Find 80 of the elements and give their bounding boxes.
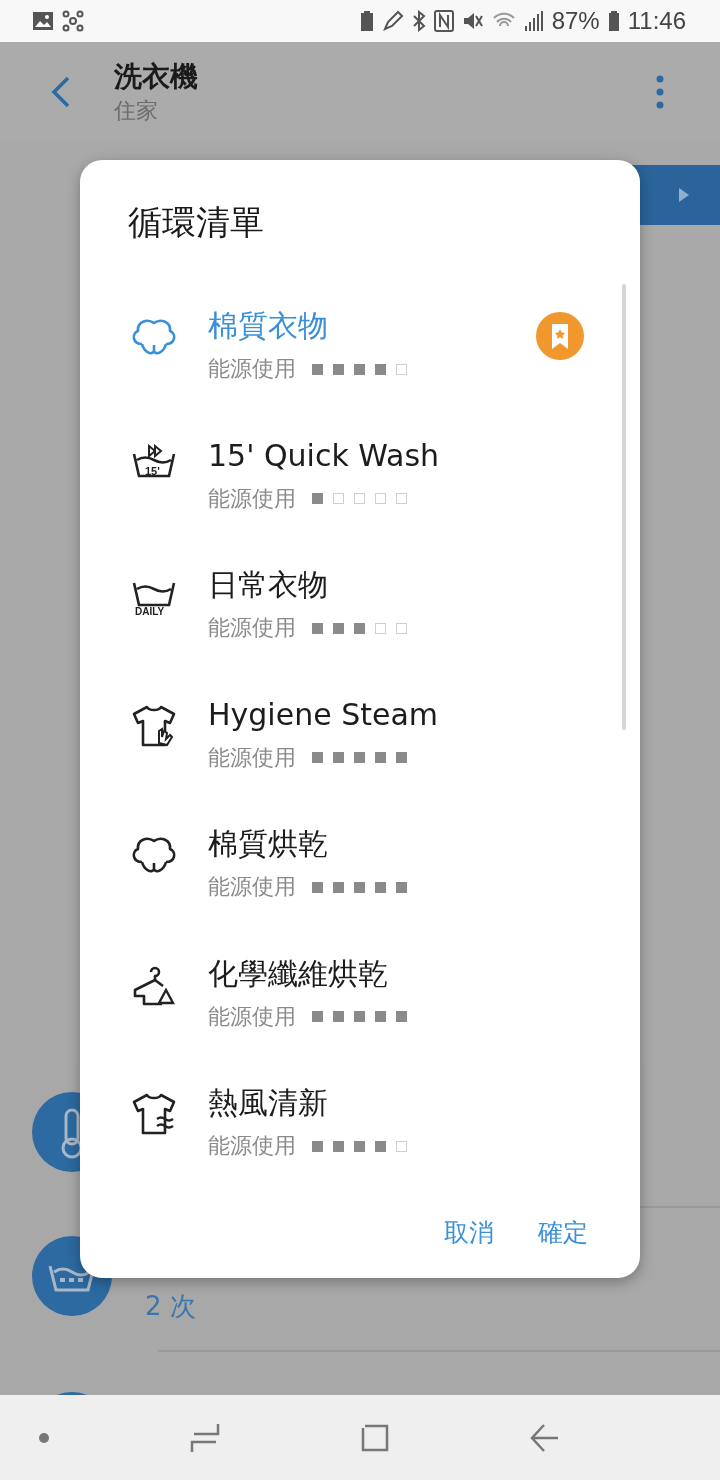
energy-label: 能源使用 <box>208 614 296 642</box>
filled-square-icon <box>333 363 344 375</box>
filled-square-icon <box>312 881 323 893</box>
filled-square-icon <box>333 752 344 763</box>
filled-square-icon <box>312 752 323 763</box>
empty-square-icon <box>333 493 344 504</box>
filled-square-icon <box>354 752 365 763</box>
fast-forward-basin-icon <box>131 443 177 478</box>
icon-label: DAILY <box>135 606 165 617</box>
cycle-name: Hygiene Steam <box>208 695 440 734</box>
filled-square-icon <box>396 752 407 763</box>
energy-label: 能源使用 <box>208 873 296 901</box>
empty-square-icon <box>396 622 407 634</box>
energy-label: 能源使用 <box>208 484 296 513</box>
filled-square-icon <box>354 363 365 375</box>
dot-icon[interactable] <box>38 1431 50 1444</box>
banner-strip[interactable] <box>630 165 720 225</box>
network-icon <box>62 10 84 32</box>
cycle-item[interactable]: 15' 15' Quick Wash 能源使用 <box>80 423 640 553</box>
battery-percent: 87% <box>551 7 600 35</box>
battery-saver-icon <box>359 10 374 32</box>
nfc-icon <box>433 10 454 32</box>
app-subtitle: 住家 <box>114 97 159 125</box>
recent-apps-icon[interactable] <box>190 1421 220 1454</box>
empty-square-icon <box>396 493 407 504</box>
filled-square-icon <box>333 881 344 893</box>
image-icon <box>32 11 54 31</box>
energy-label: 能源使用 <box>208 1132 296 1160</box>
signal-icon <box>523 10 544 32</box>
filled-square-icon <box>354 1011 365 1022</box>
play-icon <box>678 187 690 203</box>
filled-square-icon <box>396 1011 407 1022</box>
mute-icon <box>461 10 484 32</box>
filled-square-icon <box>312 363 323 375</box>
cycle-item[interactable]: 棉質烘乾 能源使用 <box>80 812 640 942</box>
empty-square-icon <box>375 622 386 634</box>
filled-square-icon <box>312 622 323 634</box>
filled-square-icon <box>354 881 365 893</box>
energy-label: 能源使用 <box>208 355 296 383</box>
filled-square-icon <box>354 622 365 634</box>
rinse-count: 2 次 <box>145 1290 196 1321</box>
filled-square-icon <box>354 1140 365 1152</box>
filled-square-icon <box>333 622 344 634</box>
filled-square-icon <box>375 881 386 893</box>
energy-label: 能源使用 <box>208 743 296 772</box>
cycle-name: 化學纖維烘乾 <box>208 954 389 993</box>
filled-square-icon <box>333 1011 344 1022</box>
filled-square-icon <box>312 1140 323 1152</box>
empty-square-icon <box>354 493 365 504</box>
filled-square-icon <box>375 363 386 375</box>
filled-square-icon <box>375 1011 386 1022</box>
cycle-item[interactable]: 化學纖維烘乾 能源使用 <box>80 941 640 1071</box>
app-title: 洗衣機 <box>114 59 199 95</box>
cycle-item[interactable]: Hygiene Steam 能源使用 <box>80 682 640 812</box>
cycle-item[interactable]: 熱風清新 能源使用 <box>80 1071 640 1201</box>
icon-label: 15' <box>145 464 160 477</box>
dialog-title: 循環清單 <box>127 201 265 244</box>
cycle-name: 棉質衣物 <box>208 307 329 345</box>
cycle-name: 熱風清新 <box>208 1084 329 1122</box>
cycle-item[interactable]: DAILY 日常衣物 能源使用 <box>80 553 640 683</box>
empty-square-icon <box>375 493 386 504</box>
clock: 11:46 <box>627 7 686 35</box>
filled-square-icon <box>375 1140 386 1152</box>
filled-square-icon <box>312 1011 323 1022</box>
cycle-name: 15' Quick Wash <box>208 436 441 475</box>
pen-icon <box>381 10 404 32</box>
cycle-name: 日常衣物 <box>208 566 329 604</box>
confirm-button[interactable]: 確定 <box>530 1210 596 1255</box>
energy-label: 能源使用 <box>208 1002 296 1031</box>
filled-square-icon <box>396 881 407 893</box>
more-icon[interactable] <box>656 75 664 109</box>
filled-square-icon <box>333 1140 344 1152</box>
bluetooth-icon <box>411 10 426 32</box>
back-icon[interactable] <box>50 75 72 109</box>
filled-square-icon <box>375 752 386 763</box>
empty-square-icon <box>396 363 407 375</box>
empty-square-icon <box>396 1140 407 1152</box>
filled-square-icon <box>312 493 323 504</box>
battery-icon <box>607 10 620 32</box>
cycle-name: 棉質烘乾 <box>208 825 329 863</box>
